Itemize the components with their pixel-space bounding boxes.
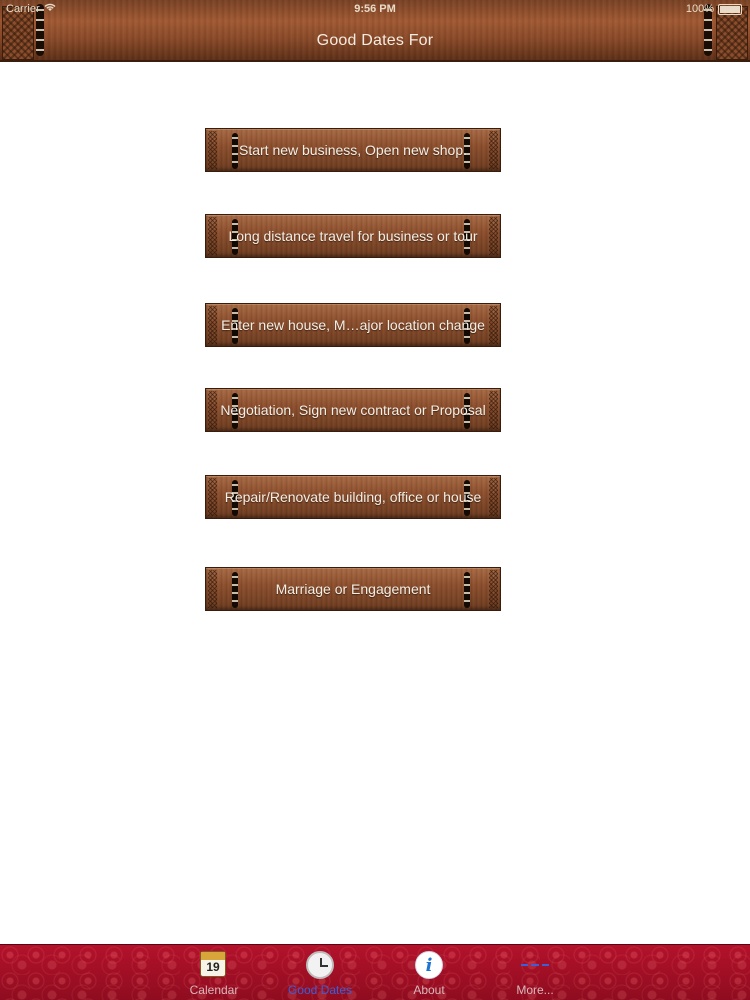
carved-ornament-icon bbox=[208, 131, 217, 169]
carved-ornament-icon bbox=[208, 570, 217, 608]
info-icon: i bbox=[415, 951, 443, 979]
marriage-engagement-button[interactable]: Marriage or Engagement bbox=[205, 567, 501, 611]
battery-percentage: 100% bbox=[685, 3, 714, 15]
button-label: Long distance travel for business or tou… bbox=[228, 228, 478, 244]
button-label: Start new business, Open new shop. bbox=[238, 142, 468, 158]
rope-icon bbox=[232, 572, 238, 608]
enter-new-house-button[interactable]: Enter new house, M…ajor location change bbox=[205, 303, 501, 347]
carved-ornament-icon bbox=[208, 478, 217, 516]
tab-good-dates[interactable]: Good Dates bbox=[280, 945, 360, 1000]
carved-ornament-icon bbox=[489, 131, 498, 169]
rope-icon bbox=[232, 133, 238, 169]
battery-icon bbox=[718, 3, 742, 15]
tab-calendar[interactable]: 19 Calendar bbox=[174, 945, 254, 1000]
carved-ornament-icon bbox=[489, 478, 498, 516]
repair-renovate-button[interactable]: Repair/Renovate building, office or hous… bbox=[205, 475, 501, 519]
button-label: Repair/Renovate building, office or hous… bbox=[224, 489, 482, 505]
clock-icon bbox=[306, 951, 334, 979]
carved-ornament-icon bbox=[208, 306, 217, 344]
calendar-icon-day: 19 bbox=[206, 960, 220, 974]
screen: Good Dates For Carrier 9:56 PM 100% Star… bbox=[0, 0, 750, 1000]
tab-label: Calendar bbox=[189, 983, 239, 997]
button-label: Enter new house, M…ajor location change bbox=[221, 317, 485, 333]
rope-icon bbox=[464, 572, 470, 608]
status-bar: Carrier 9:56 PM 100% bbox=[0, 0, 750, 20]
carved-ornament-icon bbox=[489, 217, 498, 255]
carved-ornament-icon bbox=[489, 391, 498, 429]
carved-ornament-icon bbox=[489, 570, 498, 608]
tab-label: About bbox=[413, 983, 445, 997]
carved-ornament-icon bbox=[489, 306, 498, 344]
carved-ornament-icon bbox=[208, 391, 217, 429]
button-label: Marriage or Engagement bbox=[275, 581, 431, 597]
button-label: Negotiation, Sign new contract or Propos… bbox=[220, 402, 486, 418]
negotiation-contract-button[interactable]: Negotiation, Sign new contract or Propos… bbox=[205, 388, 501, 432]
battery-info: 100% bbox=[686, 3, 742, 15]
tab-more[interactable]: More... bbox=[495, 945, 575, 1000]
long-distance-travel-button[interactable]: Long distance travel for business or tou… bbox=[205, 214, 501, 258]
tab-label: More... bbox=[516, 983, 554, 997]
tab-about[interactable]: i About bbox=[389, 945, 469, 1000]
page-title: Good Dates For bbox=[316, 32, 434, 49]
tab-bar: 19 Calendar Good Dates i About More... bbox=[0, 944, 750, 1000]
tab-label: Good Dates bbox=[287, 983, 353, 997]
status-time: 9:56 PM bbox=[354, 3, 396, 15]
calendar-icon: 19 bbox=[200, 951, 228, 979]
more-icon bbox=[521, 951, 549, 979]
start-new-business-button[interactable]: Start new business, Open new shop. bbox=[205, 128, 501, 172]
carved-ornament-icon bbox=[208, 217, 217, 255]
